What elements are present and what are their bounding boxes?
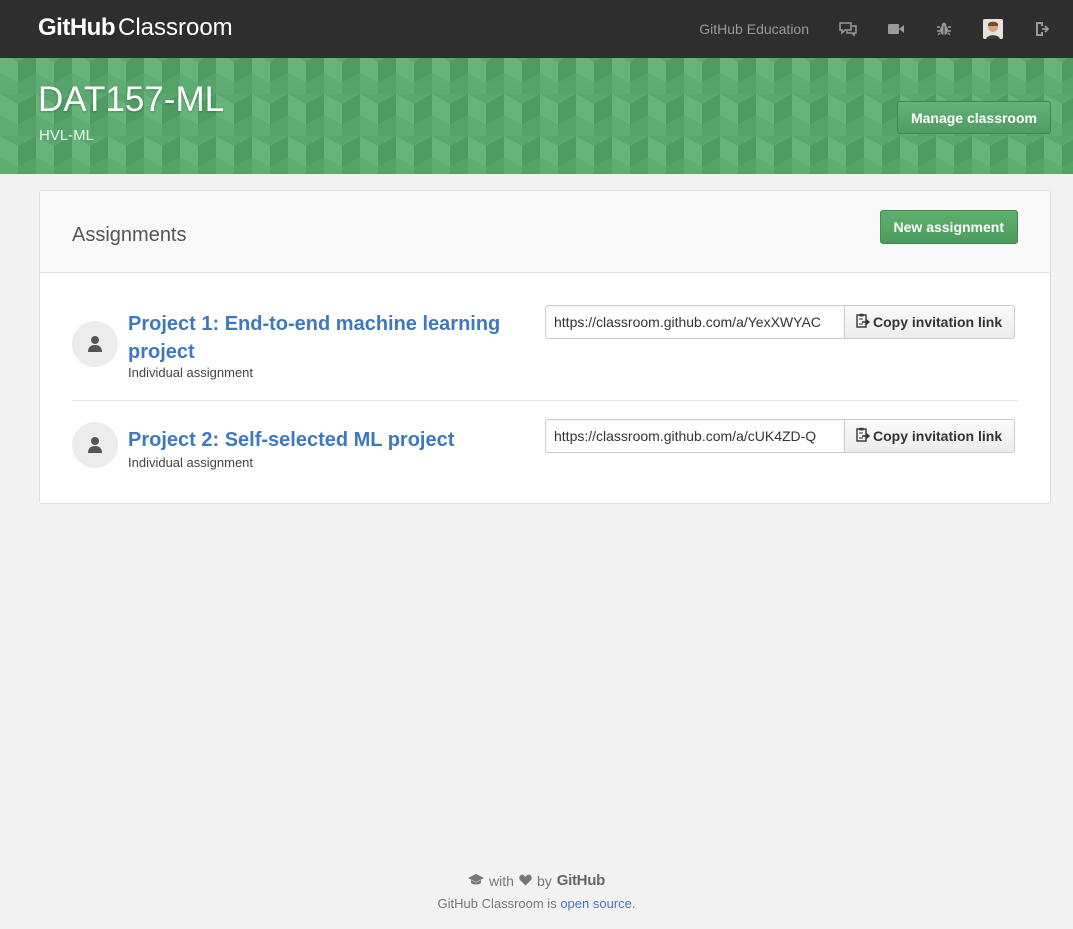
individual-assignment-icon: [72, 422, 118, 468]
assignments-heading: Assignments: [72, 224, 187, 246]
copy-invitation-link-button[interactable]: Copy invitation link: [845, 305, 1016, 339]
open-source-link[interactable]: open source: [560, 896, 632, 911]
heart-icon: [519, 873, 532, 889]
github-education-link[interactable]: GitHub Education: [699, 21, 809, 37]
footer-open-source: GitHub Classroom is open source.: [0, 896, 1073, 911]
avatar[interactable]: [983, 19, 1003, 39]
footer-by: by: [536, 872, 552, 889]
copy-invitation-link-button[interactable]: Copy invitation link: [845, 419, 1016, 453]
classroom-title: DAT157-ML: [38, 80, 225, 119]
footer-github-logo[interactable]: GitHub: [557, 872, 606, 889]
clipboard-icon: [856, 427, 871, 445]
invitation-link-group: Copy invitation link: [545, 419, 1016, 453]
assignment-title-link[interactable]: Project 2: Self-selected ML project: [128, 426, 528, 454]
invitation-url-input[interactable]: [545, 419, 845, 453]
individual-assignment-icon: [72, 321, 118, 367]
chat-icon[interactable]: [839, 20, 857, 38]
footer-credit: with by GitHub: [0, 872, 1073, 889]
assignments-panel: Assignments New assignment Project 1: En…: [39, 190, 1051, 504]
clipboard-icon: [856, 313, 871, 331]
logo-classroom: Classroom: [117, 14, 233, 41]
assignment-title-link[interactable]: Project 1: End-to-end machine learning p…: [128, 310, 528, 366]
nav-right: GitHub Education: [699, 0, 1073, 58]
copy-button-label: Copy invitation link: [873, 314, 1003, 330]
footer-with: with: [489, 872, 514, 889]
footer-text: GitHub Classroom is: [437, 896, 561, 911]
graduation-cap-icon: [468, 873, 485, 889]
assignments-header: Assignments New assignment: [40, 191, 1050, 273]
video-icon[interactable]: [887, 20, 905, 38]
sign-out-icon[interactable]: [1033, 20, 1051, 38]
assignment-type: Individual assignment: [128, 455, 254, 470]
assignment-row: Project 2: Self-selected ML project Indi…: [72, 419, 1018, 479]
invitation-link-group: Copy invitation link: [545, 305, 1016, 339]
copy-button-label: Copy invitation link: [873, 428, 1003, 444]
invitation-url-input[interactable]: [545, 305, 845, 339]
footer-period: .: [631, 896, 636, 911]
logo-github: GitHub: [38, 14, 115, 41]
top-nav: GitHub Classroom GitHub Education: [0, 0, 1073, 58]
assignment-row: Project 1: End-to-end machine learning p…: [72, 305, 1018, 401]
github-classroom-logo[interactable]: GitHub Classroom: [38, 14, 233, 42]
organization-name: HVL-ML: [39, 127, 95, 144]
manage-classroom-button[interactable]: Manage classroom: [896, 101, 1051, 134]
new-assignment-button[interactable]: New assignment: [879, 210, 1018, 244]
assignment-type: Individual assignment: [128, 365, 254, 380]
bug-icon[interactable]: [935, 20, 953, 38]
